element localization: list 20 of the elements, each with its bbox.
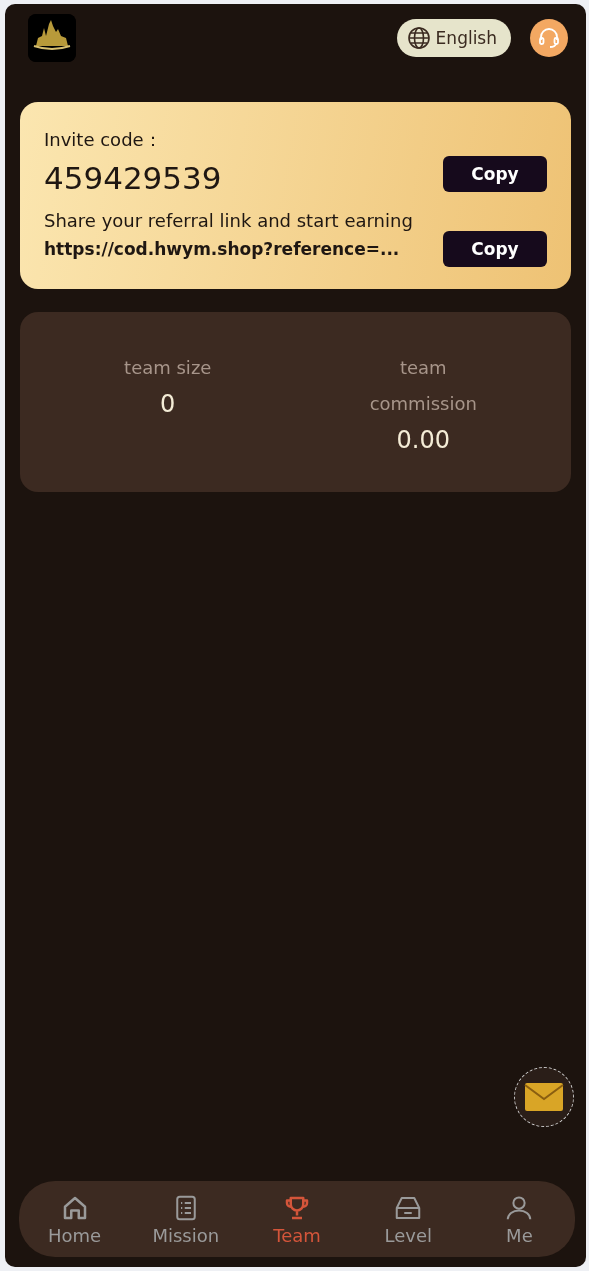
language-button[interactable]: English [396, 19, 511, 57]
nav-tab[interactable]: Team [241, 1192, 353, 1246]
copy-link-button[interactable]: Copy [443, 231, 547, 267]
stat-value: 0 [160, 389, 176, 420]
invite-code-label: Invite code： [44, 128, 163, 152]
headset-icon [537, 26, 561, 50]
share-text: Share your referral link and start earning [44, 210, 414, 231]
customer-support-button[interactable] [530, 19, 568, 57]
stat-label: team commission [368, 356, 478, 416]
nav-tab[interactable]: Me [463, 1192, 575, 1246]
envelope-icon [524, 1082, 564, 1112]
nav-tab[interactable]: Mission [130, 1192, 242, 1246]
invite-code: 459429539 [44, 160, 222, 196]
stat-value: 0.00 [396, 425, 450, 456]
globe-icon [406, 26, 431, 50]
stat-label: team size [123, 356, 213, 380]
nav-tab[interactable]: Home [19, 1192, 131, 1246]
message-button[interactable] [514, 1067, 574, 1127]
copy-button[interactable]: Copy [443, 156, 547, 192]
nav-tab[interactable]: Level [352, 1192, 464, 1246]
